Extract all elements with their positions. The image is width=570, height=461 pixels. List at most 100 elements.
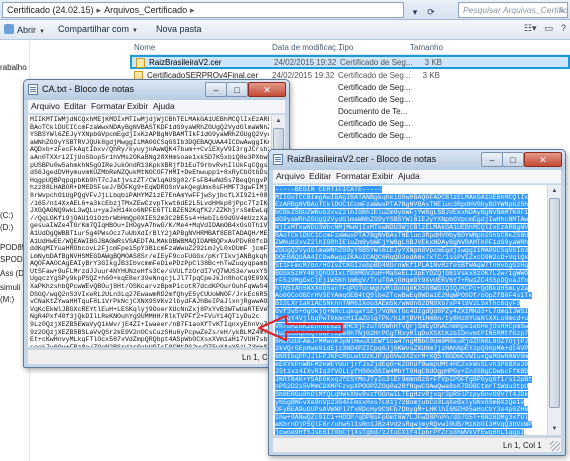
scroll-thumb[interactable]	[549, 198, 560, 408]
share-button[interactable]: Compartilhar com ▼	[58, 24, 138, 34]
selected-text: J5t1vz4IXvRIq3fVOLLyfHS0oGSIW4MbYT0HqC8d…	[275, 368, 529, 376]
menu-formatar[interactable]: Formatar	[336, 171, 370, 181]
column-date[interactable]: Data de modificaç...	[272, 43, 343, 52]
help-icon[interactable]: ?	[561, 23, 566, 33]
column-size[interactable]: Tamanho	[410, 43, 443, 52]
notepad-ca-window[interactable]: CA.txt - Bloco de notas – □ ✕ Arquivo Edit…	[23, 79, 290, 368]
search-input[interactable]: Pesquisar Arquivos_Certificado ⌕	[458, 2, 568, 18]
column-name[interactable]: Nome	[134, 43, 155, 52]
text-line: /165/n14XxAEL6+a3kcEbzjTMxZEwCzvpTkwt6dE…	[30, 199, 269, 207]
title-bar[interactable]: CA.txt - Bloco de notas – □ ✕	[24, 80, 289, 100]
vertical-scrollbar[interactable]: ▲ ▼	[547, 185, 561, 435]
open-label: Abrir	[17, 25, 37, 35]
status-bar: Ln 1, Col 1	[28, 349, 285, 364]
text-line: BGSk5zRY4BjQhO31xLfB8MGV2uH+MaSeELI3pEYD…	[275, 269, 545, 278]
file-type: Certificado de Seg...	[338, 119, 411, 128]
text-line: AQDxb+zFecFkAqtIbxv/QhRy/kyuyjnAwWQK47bu…	[30, 146, 269, 154]
text-line: A1UdHwEE/WQEAWIBGJBAGWRsVSAEDTALMAkGBWBM…	[30, 237, 269, 245]
text-line: 9Lz0QzjXEZB5EWaVyQ1kWv/jE4ZI+Iwaeer/nB7F…	[30, 321, 268, 329]
selected-text: BISLXr1aKiAC5NkhnTNM6IXoo3AEm5k/wWdnG2DN…	[275, 299, 521, 307]
menu-editar[interactable]: Editar	[64, 101, 86, 111]
text-line: sook7v6Ov+FBz8e/Z9eN2BSrdzr0abUOIrF8CMtP…	[30, 344, 269, 347]
file-row-selected[interactable]: RaizBrasileiraV2.cer 24/02/2015 19:32 Ce…	[130, 55, 570, 69]
text-line: hzz88LHABOR+DMEDSFseJ/BOFKg9+EqWDROSnVak…	[30, 184, 269, 192]
text-line: BAoTCklDUC1CcmFzaWwxPTA7BgNVBAsTNEluc3Rp…	[275, 231, 545, 240]
close-icon[interactable]: ✕	[248, 82, 286, 97]
address-bar-row: Certificado (24.02.15) ▸ Arquivos_Certific…	[0, 0, 570, 20]
menu-bar: Arquivo Editar Formatar Exibir Ajuda	[28, 100, 285, 114]
selected-text: nPS2D2s5VMmCDXMPFzvpXPOOP2ZOq0a2RfHqwCOA…	[275, 383, 529, 391]
text-line: ZGUgQ2VydGlmaWNhZG9yYSBSYWl6IEJyYXNpbGVp…	[275, 246, 545, 255]
nav-item[interactable]: simuli	[0, 283, 20, 292]
new-folder-button[interactable]: Nova pasta	[156, 24, 202, 34]
resize-grip-icon[interactable]	[550, 441, 560, 451]
menu-exibir[interactable]: Exibir	[372, 171, 393, 181]
title-bar[interactable]: RaizBrasileiraV2.cer - Bloco de notas – □…	[269, 150, 565, 170]
menu-editar[interactable]: Editar	[309, 171, 331, 181]
column-type[interactable]: Tipo	[338, 43, 353, 52]
open-button[interactable]: Abrir ▼	[4, 24, 45, 35]
search-icon[interactable]: ⌕	[559, 3, 564, 17]
text-line: Sh0ERGu8hDlMfQLqHWkXNv8vzfGGnwILTEgHzvRj…	[275, 391, 545, 399]
selected-text: -----BEGIN CERTIFICATE-----	[275, 186, 382, 193]
selected-text: JKRTB4K+Y5AEGKxqJfESYMnJTyIc3lEr9mmnGzG+…	[275, 375, 533, 383]
minimize-icon[interactable]: –	[205, 82, 227, 97]
scroll-down-icon[interactable]: ▼	[548, 423, 561, 435]
menu-arquivo[interactable]: Arquivo	[276, 171, 305, 181]
text-line: nPS2D2s5VMmCDXMPFzvpXPOOP2ZOq0a2RfHqwCOA…	[275, 383, 545, 391]
maximize-icon[interactable]: □	[226, 82, 248, 97]
view-options-icon[interactable]: ☷▾	[524, 23, 537, 33]
cursor-position: Ln 1, Col 1	[503, 441, 542, 450]
window-controls: – □ ✕	[481, 152, 562, 167]
minimize-icon[interactable]: –	[481, 152, 503, 167]
menu-ajuda[interactable]: Ajuda	[398, 171, 420, 181]
text-line: NjIxMTkwNDU3WhcNMjMwNjIxMTkwNDU3WjCBlzEL…	[275, 223, 545, 232]
dropdown-arrow-icon[interactable]: ▾	[408, 5, 422, 19]
desktop-screenshot: Certificado (24.02.15) ▸ Arquivos_Certific…	[0, 0, 570, 461]
notepad-raiz-window[interactable]: RaizBrasileiraV2.cer - Bloco de notas – □…	[268, 149, 566, 456]
text-line: ddKqMIYuaHRObcovL2FjcmFpei5pY3BicmFzaWwu…	[30, 245, 269, 253]
text-line: aKbrnDjP5QlF6r/uhw5l1sRn1JBz4Vd2sRqwjmyR…	[275, 421, 545, 429]
menu-ajuda[interactable]: Ajuda	[153, 101, 175, 111]
preview-pane-icon[interactable]: ▭	[544, 23, 553, 33]
selected-text: Sh0ERGu8hDlMfQLqHWkXNv8vzfGGnwILTEgHzvRj…	[275, 391, 529, 399]
selected-text: ihw+9ANwQZc9iCi+HDDP/qDPBsFpGmt6W7LJFwD8…	[275, 413, 529, 421]
selected-text: NjIxMTkwNDU3WhcNMjMwNjIxMTkwNDU3WjCBlzEL…	[275, 223, 529, 231]
explorer-toolbar: Abrir ▼ Compartilhar com ▼ Nova pasta ☷▾ ▭?	[0, 20, 570, 40]
file-size: 3 KB	[422, 71, 440, 80]
text-line: dG9yaWRhZGUgQ2VydGlmaWNhZG9yYSBSYWl6IEJy…	[275, 216, 545, 224]
maximize-icon[interactable]: □	[502, 152, 524, 167]
nav-item[interactable]: (C:)	[0, 211, 13, 220]
text-line: Et+cKwHnvyMLkqFTlOcx587xVdZmpQRQbpt4ASpW…	[30, 336, 269, 344]
text-area-selected[interactable]: -----BEGIN CERTIFICATE----- MIIGoTCCBImgA…	[273, 185, 547, 435]
nav-item[interactable]: (M:)	[0, 295, 14, 304]
breadcrumb-item-arquivos[interactable]: Arquivos_Certificado	[104, 5, 187, 15]
scroll-up-icon[interactable]: ▲	[548, 185, 561, 197]
text-line: //QqLGKfi9jOAU1OiOzbrWbHmQp0XIES2m3C2BE5…	[30, 214, 269, 222]
text-line: Ao0GCoOBCrHVSEYAmqOEB4tQ9lbeZTcwBwEq8WDa…	[275, 292, 545, 300]
notepad-icon	[28, 84, 38, 95]
text-line: bCBkZSBUZWNub2xvZ2lhIGRhIEluZm9ybWFjYW8g…	[275, 208, 545, 217]
address-breadcrumb[interactable]: Certificado (24.02.15) ▸ Arquivos_Certific…	[2, 2, 404, 18]
selected-text: rF5J9MgGxCjEjiW5KhlmRgV/TruTOAjGHqmGY9Xv…	[275, 277, 529, 285]
menu-arquivo[interactable]: Arquivo	[31, 101, 60, 111]
text-line: MIIKMTIWMjdNCQxhMEjKMDIxMTIwMjdjWjCBhTEL…	[30, 116, 269, 123]
text-line: JXGQAGNQ9wkL3wQLu+yaJxH14ko6NPFE6TTLBZEN…	[30, 207, 269, 215]
text-line: J5t1vz4IXvRIq3fVOLLyfHS0oGSIW4MbYT0HqC8d…	[275, 368, 545, 376]
scroll-up-icon[interactable]: ▲	[272, 115, 285, 127]
text-line: OFyBEA9uOUPsAVWNPl7fxRDcHy9C9Fb7DbygM+LH…	[275, 406, 545, 414]
close-icon[interactable]: ✕	[524, 152, 562, 167]
selected-text: jcwoe9HfSJsbS1T0bCjjXsTgbd/zJtoCX1f4Ipbr…	[275, 429, 525, 435]
refresh-icon[interactable]: ⟳	[424, 5, 438, 19]
nav-item[interactable]: (D:)	[0, 223, 13, 232]
address-nav-buttons: ▾ ⟳	[406, 2, 456, 18]
nav-item[interactable]: rabalho	[0, 63, 27, 72]
file-date: 24/02/2015 19:32	[274, 58, 337, 67]
text-line: DSGQ/wqQ2nS3VIxeRL2ULn3Lq27EwawmRD2mfQhy…	[30, 290, 269, 298]
breadcrumb-item-certificado[interactable]: Certificado (24.02.15)	[7, 5, 94, 15]
selected-text: 2kVQrGEpHwe9idEjz3ND4PZICpq6Jj6KWvsZKUHm…	[275, 345, 529, 353]
text-area[interactable]: MIIKMTIWMjdNCQxhMEjKMDIxMTIwMjdjWjCBhTEL…	[28, 115, 271, 347]
text-line: JKRTB4K+Y5AEGKxqJfESYMnJTyIc3lEr9mmnGzG+…	[275, 375, 545, 384]
menu-formatar[interactable]: Formatar	[91, 101, 125, 111]
menu-exibir[interactable]: Exibir	[127, 101, 148, 111]
